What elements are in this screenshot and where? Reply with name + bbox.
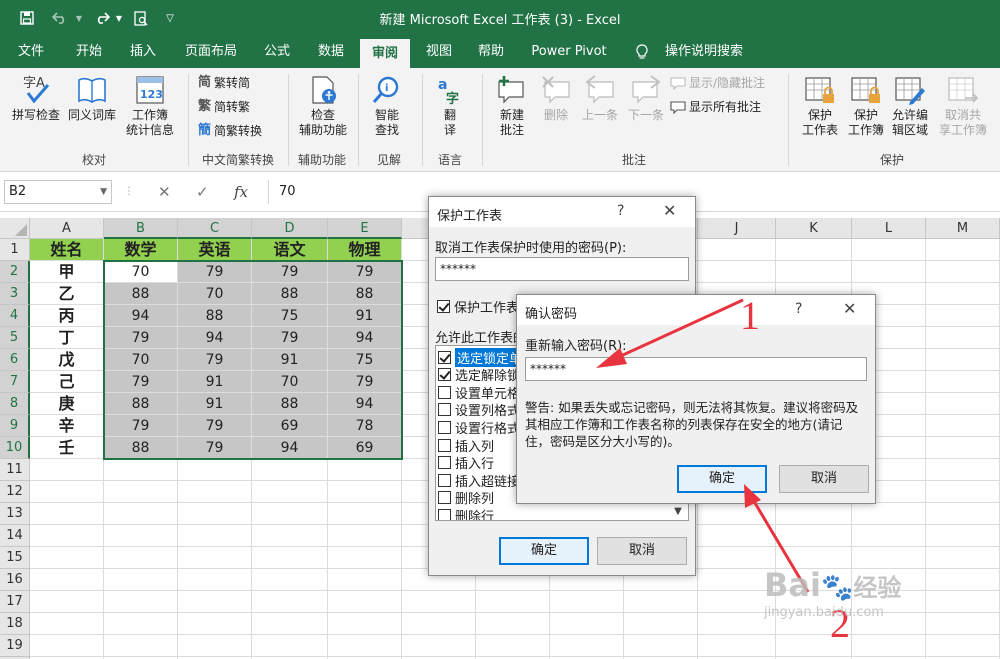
arrow-1-head [596, 348, 627, 368]
arrow-1 [611, 298, 744, 362]
paw-icon: 🐾 [820, 573, 854, 603]
annotation-arrows [596, 298, 810, 593]
annotation-step-1: 1 [740, 293, 760, 338]
watermark-brand2: 经验 [853, 574, 902, 602]
baidu-watermark: Bai🐾经验 jingyan.baidu.com [764, 567, 901, 620]
watermark-brand: Bai [764, 566, 821, 604]
watermark-url: jingyan.baidu.com [764, 605, 884, 620]
arrow-2-head [744, 484, 761, 508]
